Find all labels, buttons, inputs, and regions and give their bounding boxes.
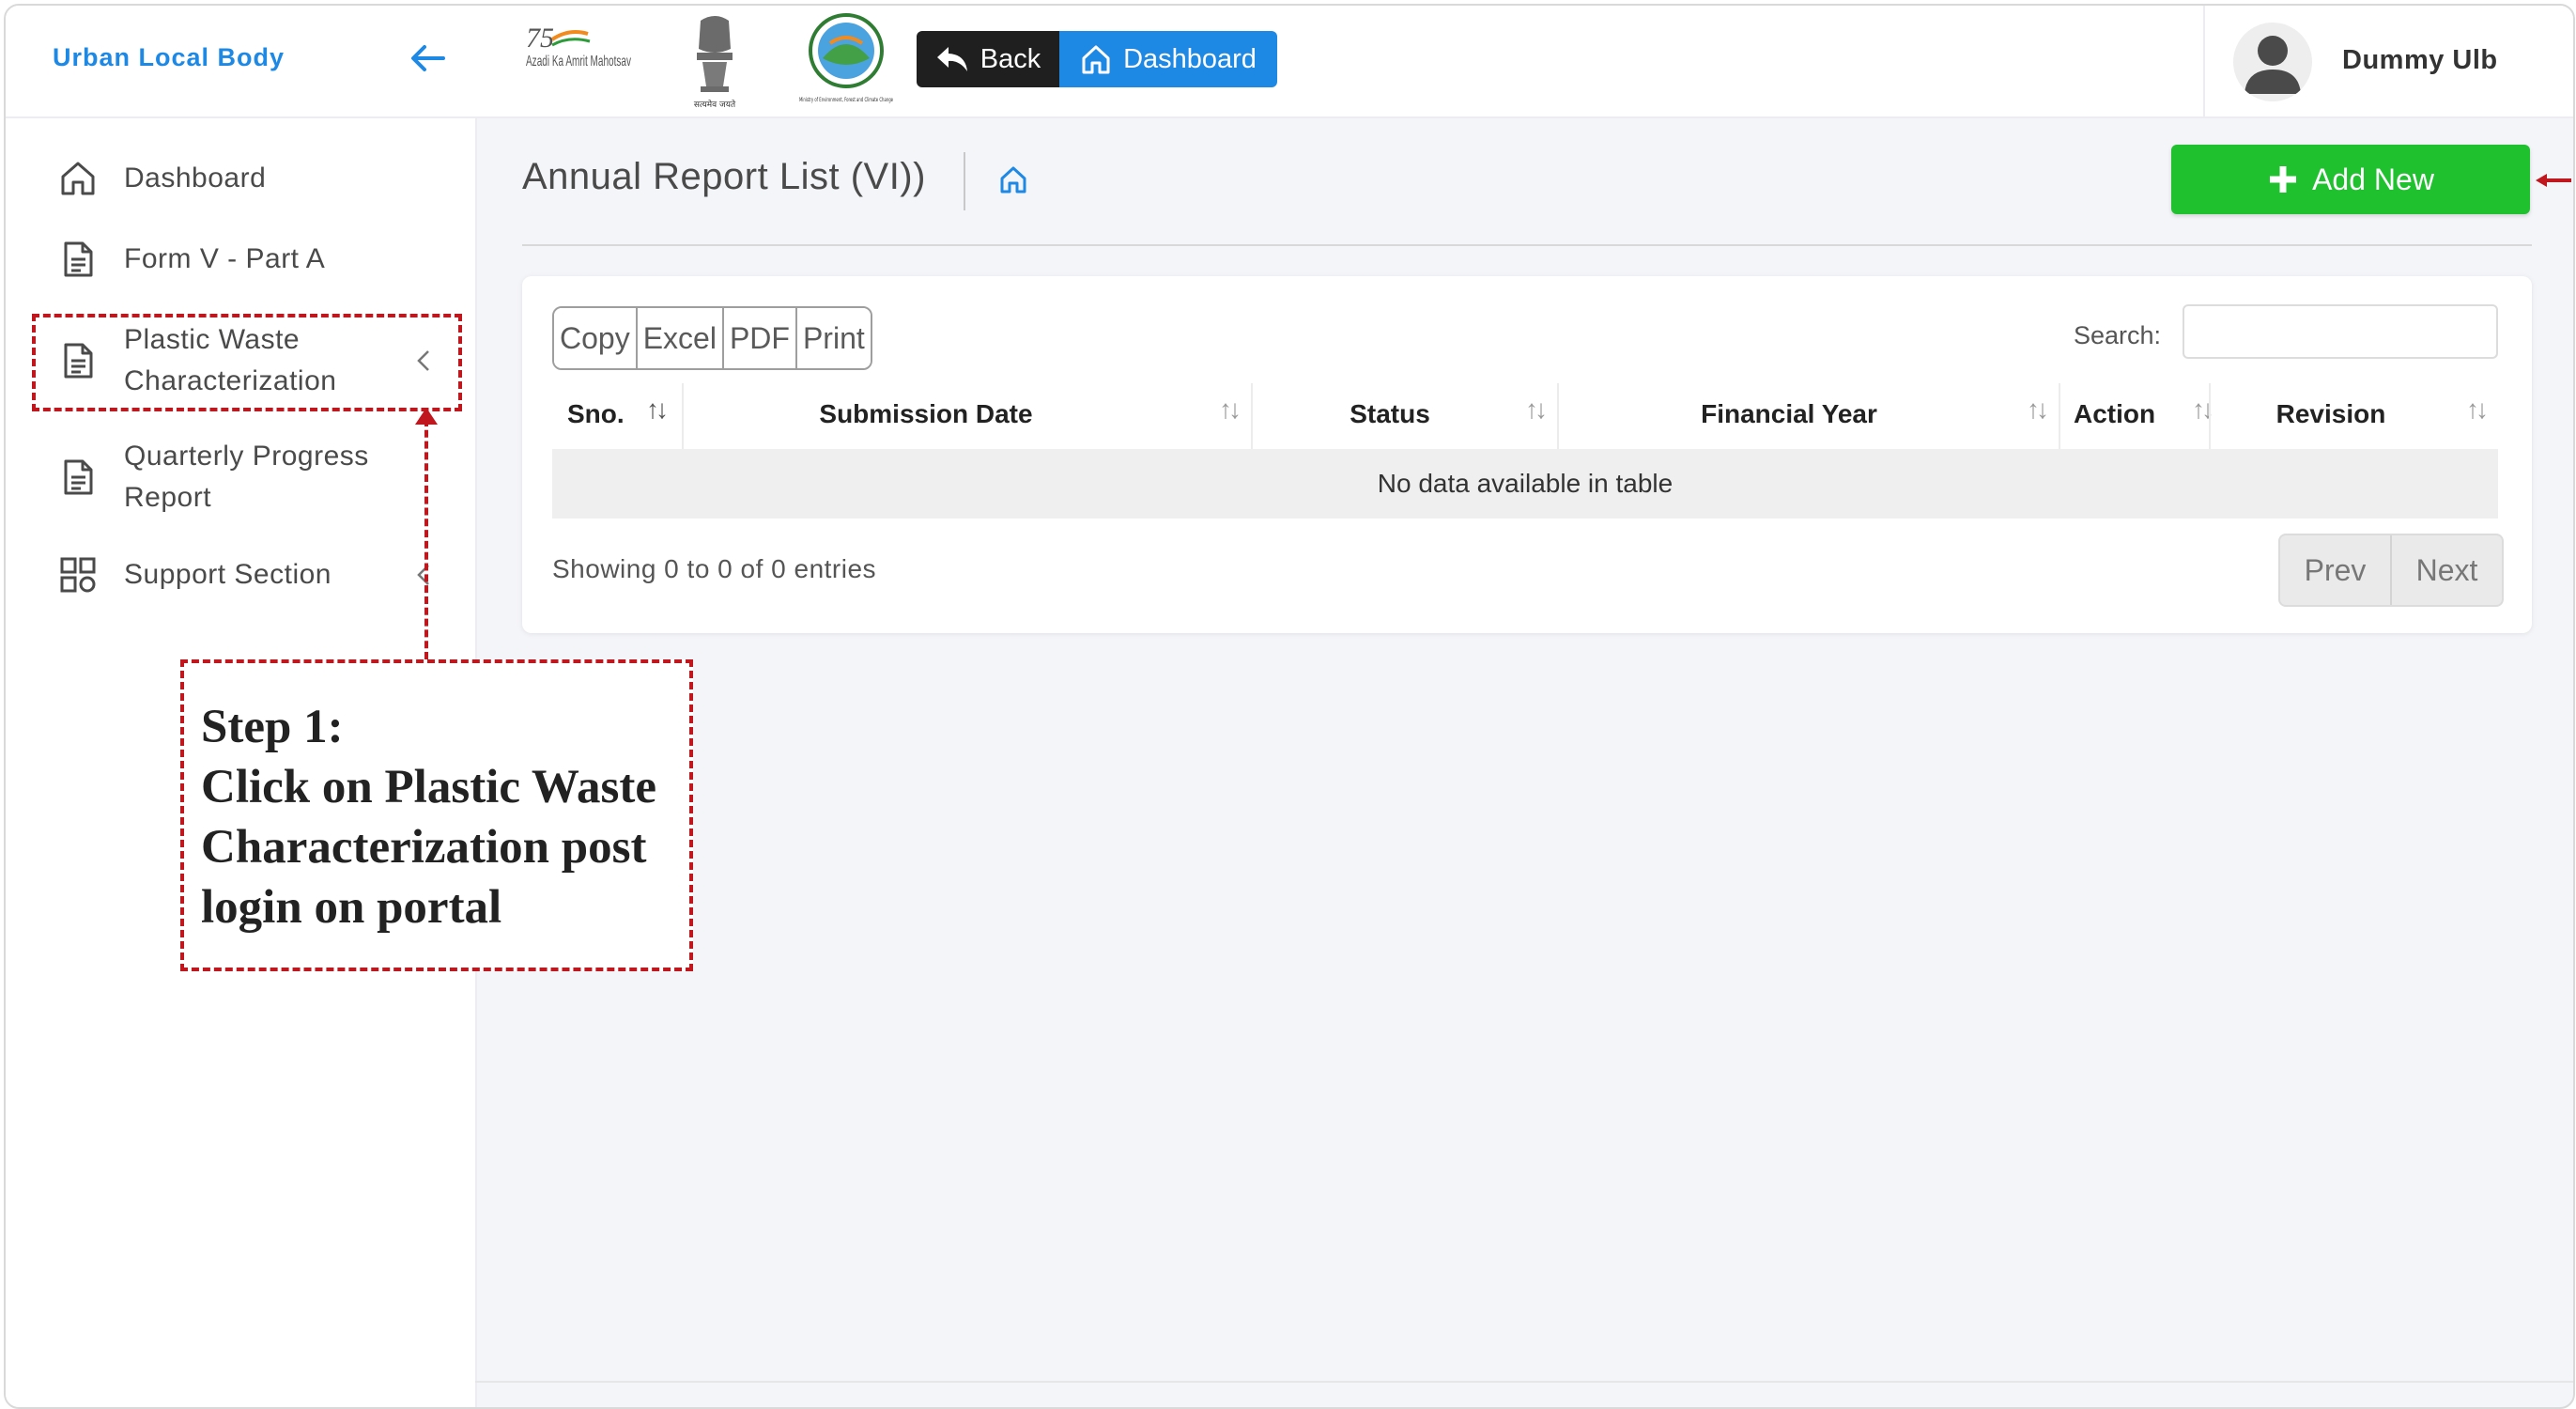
sidebar-item-label: Support Section [124, 559, 332, 590]
add-new-label: Add New [2312, 162, 2434, 196]
column-header-submission-date[interactable]: Submission Date ↑↓ [682, 379, 1251, 449]
title-divider [964, 152, 965, 210]
column-header-action[interactable]: Action ↑↓ [2074, 379, 2224, 449]
column-header-status[interactable]: Status ↑↓ [1251, 379, 1557, 449]
empty-table-row: No data available in table [552, 449, 2498, 519]
copy-button[interactable]: Copy [554, 308, 638, 368]
sort-ascending-icon: ↑↓ [646, 395, 669, 424]
svg-text:75: 75 [526, 23, 554, 54]
plus-icon [2270, 166, 2297, 193]
home-icon[interactable] [997, 163, 1029, 195]
annotation-text: Step 1: Click on Plastic Waste Character… [201, 697, 680, 937]
national-emblem-logo: सत्यमेव जयते [682, 11, 748, 117]
user-menu[interactable]: Dummy Ulb [2203, 6, 2573, 116]
logo-text: Ministry of Environment, Forest and Clim… [799, 97, 893, 103]
sidebar-item-form-v-part-a[interactable]: Form V - Part A [58, 239, 453, 280]
column-header-revision[interactable]: Revision ↑↓ [2209, 379, 2498, 449]
sort-icon: ↑↓ [2466, 395, 2489, 424]
excel-button[interactable]: Excel [637, 308, 724, 368]
report-table-card: Copy Excel PDF Print Search: Sno. ↑↓ Sub… [522, 276, 2532, 633]
annotation-line: Click on Plastic Waste [201, 761, 656, 813]
annotation-highlight-box [32, 314, 462, 411]
sort-icon: ↑↓ [2192, 395, 2214, 424]
grid-icon [60, 557, 96, 593]
column-separator [2059, 383, 2060, 449]
azadi-ka-amrit-mahotsav-logo: 75 Azadi Ka Amrit Mahotsav [522, 19, 635, 99]
annotation-connector [424, 419, 428, 659]
user-name: Dummy Ulb [2342, 45, 2498, 75]
dashboard-button[interactable]: Dashboard [1059, 31, 1277, 87]
column-label: Revision [2275, 399, 2386, 428]
search-label: Search: [2074, 321, 2162, 349]
app-window: Urban Local Body Dashboard Form V - Part… [4, 4, 2575, 1409]
sort-icon: ↑↓ [2027, 395, 2049, 424]
column-label: Financial Year [1701, 399, 1877, 428]
chevron-left-icon [417, 565, 429, 585]
sidebar-item-support-section[interactable]: Support Section [58, 554, 453, 596]
top-header: 75 Azadi Ka Amrit Mahotsav सत्यमेव जयते [475, 6, 2573, 118]
divider [522, 244, 2532, 246]
dashboard-label: Dashboard [1123, 43, 1257, 74]
annotation-line: Characterization post [201, 821, 647, 874]
export-button-group: Copy Excel PDF Print [552, 306, 872, 370]
home-icon [1082, 45, 1110, 74]
sidebar-item-label: Quarterly Progress Report [124, 441, 369, 513]
column-label: Action [2074, 399, 2156, 428]
annotation-line: login on portal [201, 881, 502, 934]
next-page-button[interactable]: Next [2392, 535, 2502, 605]
prev-page-button[interactable]: Prev [2280, 535, 2392, 605]
search-input[interactable] [2183, 304, 2498, 359]
sidebar-item-label: Form V - Part A [124, 243, 326, 274]
ministry-environment-logo: Ministry of Environment, Forest and Clim… [794, 11, 898, 117]
arrow-left-icon[interactable] [408, 38, 449, 79]
column-label: Status [1350, 399, 1430, 428]
back-button[interactable]: Back [917, 31, 1059, 87]
table-header: Sno. ↑↓ Submission Date ↑↓ Status ↑↓ Fin… [552, 379, 2498, 449]
add-new-button[interactable]: Add New [2171, 145, 2530, 214]
sort-icon: ↑↓ [1525, 395, 1548, 424]
pointer-arrow-icon [2536, 174, 2571, 187]
sidebar-brand: Urban Local Body [6, 6, 475, 118]
footer-divider [475, 1381, 2573, 1383]
sidebar-item-label: Dashboard [124, 163, 267, 194]
column-label: Sno. [567, 399, 625, 428]
annotation-callout: Step 1: Click on Plastic Waste Character… [180, 659, 693, 971]
sort-icon: ↑↓ [1219, 395, 1242, 424]
pagination: Prev Next [2278, 534, 2504, 607]
logo-text: सत्यमेव जयते [694, 99, 736, 110]
home-icon [61, 162, 95, 195]
user-avatar-icon [2244, 36, 2301, 94]
column-header-financial-year[interactable]: Financial Year ↑↓ [1557, 379, 2059, 449]
print-button[interactable]: Print [796, 308, 871, 368]
avatar [2233, 23, 2312, 101]
table-info: Showing 0 to 0 of 0 entries [552, 554, 877, 583]
reply-arrow-icon [936, 47, 967, 71]
logo-text: Azadi Ka Amrit Mahotsav [526, 54, 631, 70]
sidebar-item-dashboard[interactable]: Dashboard [58, 158, 453, 199]
sidebar-item-quarterly-progress-report[interactable]: Quarterly Progress Report [58, 436, 453, 519]
page-title: Annual Report List (VI)) [522, 156, 926, 197]
brand-title: Urban Local Body [53, 43, 285, 71]
pdf-button[interactable]: PDF [723, 308, 797, 368]
column-label: Submission Date [819, 399, 1033, 428]
document-icon [64, 241, 93, 277]
column-header-sno[interactable]: Sno. ↑↓ [567, 379, 671, 449]
document-icon [64, 459, 93, 495]
annotation-line: Step 1: [201, 701, 344, 753]
back-label: Back [979, 43, 1041, 74]
